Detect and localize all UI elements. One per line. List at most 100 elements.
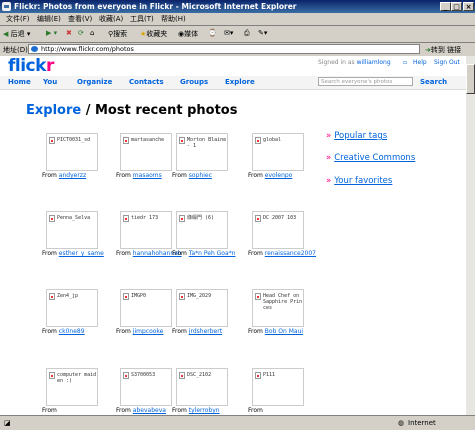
nav-home[interactable]: Home (8, 78, 31, 86)
close-button[interactable]: × (463, 2, 474, 11)
explore-link[interactable]: Explore (26, 103, 81, 118)
back-arrow-icon: ◀ (3, 30, 9, 38)
creative-commons-link[interactable]: Creative Commons (334, 153, 415, 163)
photo-thumbnail[interactable]: computer maiden :) (46, 368, 98, 406)
address-input[interactable]: http://www.flickr.com/photos (28, 44, 420, 54)
photo-owner-link[interactable]: tylerrobyn (189, 407, 220, 414)
nav-groups[interactable]: Groups (180, 78, 208, 86)
side-item-creative-commons: » Creative Commons (326, 153, 415, 163)
photo-thumbnail[interactable]: S3700053 (120, 368, 172, 406)
home-button[interactable]: ⌂ (90, 29, 94, 37)
minimize-button[interactable]: _ (440, 2, 451, 11)
popular-tags-link[interactable]: Popular tags (334, 131, 387, 141)
edit-page-button[interactable]: ✎▾ (258, 29, 267, 37)
search-button[interactable]: ⚲搜索 (108, 29, 127, 39)
photo-owner-link[interactable]: Ta*n Peh Goa*n (189, 250, 236, 257)
username-link[interactable]: williamlong (357, 59, 391, 66)
photo-alt-text: Zen4_jp (57, 293, 79, 299)
media-button[interactable]: ◉媒体 (178, 29, 198, 39)
broken-image-icon (179, 137, 185, 144)
maximize-button[interactable]: □ (451, 2, 462, 11)
photo-thumbnail[interactable]: martasanche (120, 133, 172, 171)
menu-file[interactable]: 文件(F) (6, 14, 30, 24)
photo-thumbnail[interactable]: Head Chef on Sapphire Princes (252, 289, 304, 327)
window-titlebar: Flickr: Photos from everyone in Flickr -… (0, 0, 475, 13)
photo-caption: From renaissance2007 (248, 250, 316, 257)
search-input[interactable]: Search everyone's photos (318, 77, 413, 86)
photo-alt-text: computer maiden :) (57, 372, 97, 384)
photo-owner-link[interactable]: abevabeva (133, 407, 166, 414)
flickr-logo[interactable]: flickr (8, 56, 54, 76)
menu-edit[interactable]: 编辑(E) (37, 14, 61, 24)
from-label: From (42, 328, 57, 335)
stop-button[interactable]: ✖ (66, 29, 72, 37)
address-url: http://www.flickr.com/photos (41, 45, 134, 53)
photo-caption: From Ta*n Peh Goa*n (172, 250, 235, 257)
photo-owner-link[interactable]: masaoms (133, 172, 162, 179)
back-label: 后退 (10, 30, 25, 38)
nav-you[interactable]: You (43, 78, 57, 86)
history-button[interactable]: ⌚ (208, 29, 217, 37)
photo-owner-link[interactable]: evolenpo (265, 172, 293, 179)
menu-favorites[interactable]: 收藏(A) (99, 14, 123, 24)
scrollbar-thumb[interactable] (466, 64, 475, 94)
help-link[interactable]: Help (413, 59, 427, 66)
photo-owner-link[interactable]: andyerzz (59, 172, 86, 179)
menu-help[interactable]: 帮助(H) (161, 14, 186, 24)
photo-owner-link[interactable]: jrdsherbert (189, 328, 222, 335)
forward-button[interactable]: ▶ ▾ (46, 29, 57, 37)
photo-alt-text: IMGP0 (131, 293, 147, 299)
logo-part-b: r (45, 56, 54, 76)
photo-thumbnail[interactable]: DSC_2102 (176, 368, 228, 406)
photo-thumbnail[interactable]: Penna_Selva (46, 211, 98, 249)
photo-thumbnail[interactable]: 綠緣門 (6) (176, 211, 228, 249)
address-label: 地址(D) (3, 46, 28, 54)
photo-alt-text: global (263, 137, 282, 143)
photo-thumbnail[interactable]: DC 2007 103 (252, 211, 304, 249)
nav-explore[interactable]: Explore (225, 78, 255, 86)
photo-thumbnail[interactable]: Morton Blaine - 1 (176, 133, 228, 171)
print-button[interactable]: ⎙ (244, 29, 250, 38)
photo-thumbnail[interactable]: P111 (252, 368, 304, 406)
menu-view[interactable]: 查看(V) (68, 14, 92, 24)
broken-image-icon (179, 293, 185, 300)
mail-button[interactable]: ✉▾ (224, 29, 233, 37)
from-label: From (172, 407, 187, 414)
photo-caption: From ck0ne89 (42, 328, 85, 335)
photo-owner-link[interactable]: ck0ne89 (59, 328, 85, 335)
photo-thumbnail[interactable]: IMGP0 (120, 289, 172, 327)
photo-caption: From masaoms (116, 172, 162, 179)
photo-owner-link[interactable]: jimpcooke (133, 328, 164, 335)
from-label: From (172, 328, 187, 335)
photo-thumbnail[interactable]: Zen4_jp (46, 289, 98, 327)
photo-owner-link[interactable]: esther_y_same (59, 250, 104, 257)
nav-contacts[interactable]: Contacts (129, 78, 164, 86)
signed-in-prefix: Signed in as (318, 59, 355, 66)
zone-label: Internet (408, 419, 436, 427)
vertical-scrollbar[interactable] (466, 56, 475, 415)
photo-thumbnail[interactable]: PICT0031_sd (46, 133, 98, 171)
sign-out-link[interactable]: Sign Out (434, 59, 460, 66)
photo-owner-link[interactable]: Bob On Maui (265, 328, 303, 335)
search-submit[interactable]: Search (420, 78, 447, 86)
menu-tools[interactable]: 工具(T) (130, 14, 154, 24)
photo-owner-link[interactable]: sophiec (189, 172, 212, 179)
photo-thumbnail[interactable]: IMG_2029 (176, 289, 228, 327)
go-button[interactable]: ➜转到 链接 (425, 45, 461, 55)
photo-thumbnail[interactable]: tiedr 173 (120, 211, 172, 249)
links-label[interactable]: 链接 (447, 46, 461, 54)
page-icon (31, 46, 38, 52)
refresh-button[interactable]: ⟳ (78, 29, 84, 37)
photo-owner-link[interactable]: renaissance2007 (265, 250, 316, 257)
photo-caption: From (248, 407, 263, 414)
back-button[interactable]: ◀ 后退 ▾ (3, 29, 30, 39)
ie-icon (2, 2, 11, 11)
favorites-button[interactable]: ★收藏夹 (140, 29, 167, 39)
your-favorites-link[interactable]: Your favorites (334, 176, 392, 186)
photo-alt-text: Penna_Selva (57, 215, 91, 221)
signed-in-text: Signed in as williamlong (318, 59, 391, 66)
nav-organize[interactable]: Organize (77, 78, 112, 86)
go-label: 转到 (430, 46, 445, 54)
media-label: 媒体 (184, 30, 199, 38)
photo-thumbnail[interactable]: global (252, 133, 304, 171)
